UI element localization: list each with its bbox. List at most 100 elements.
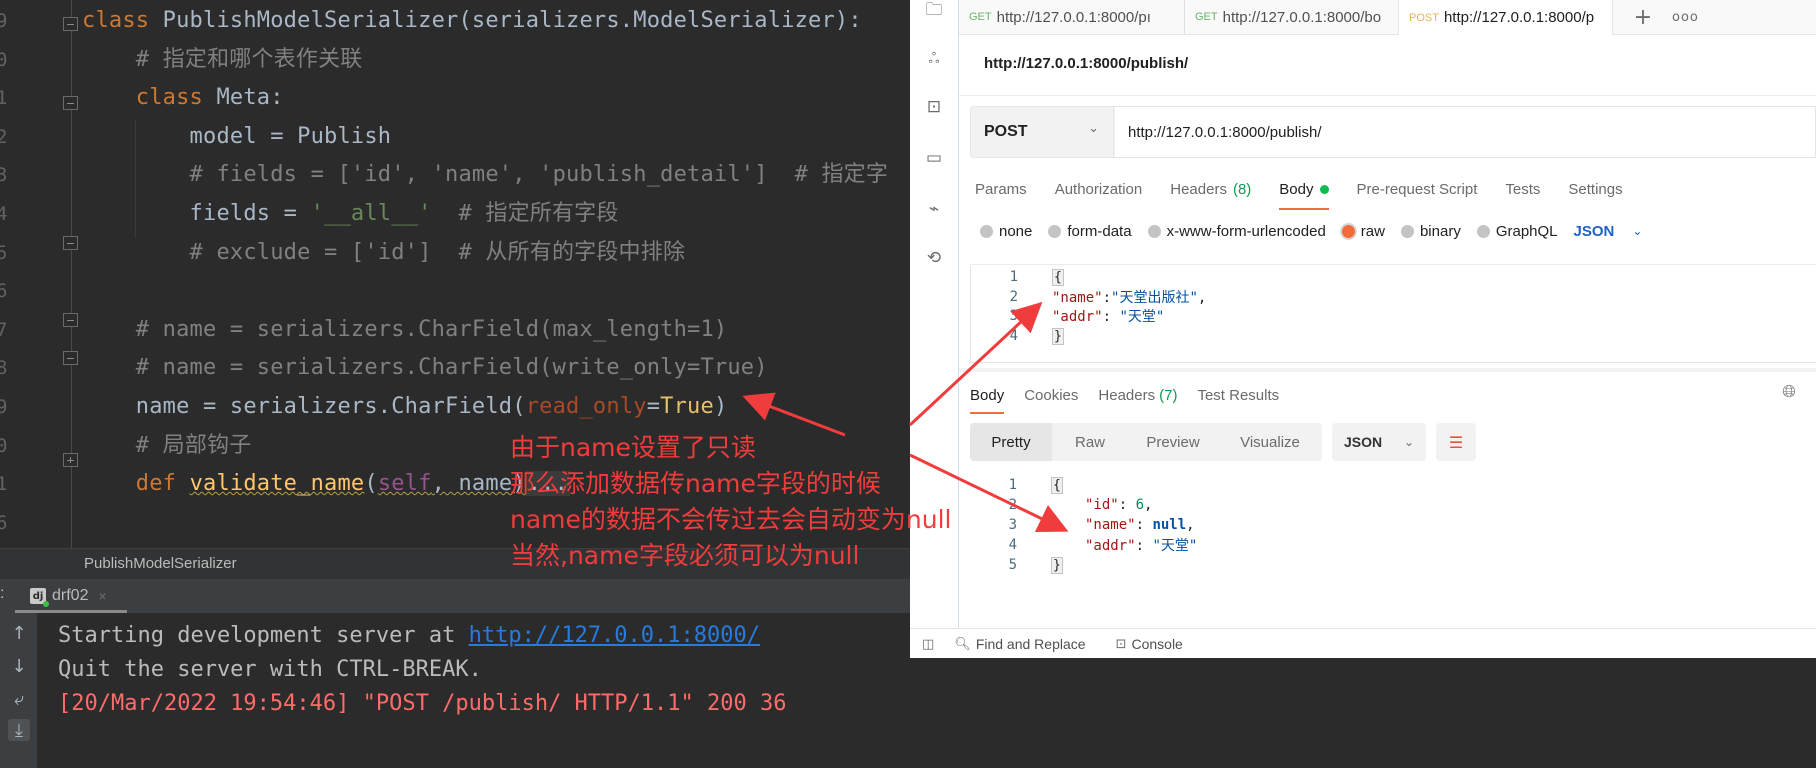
radio-form-data[interactable]: form-data <box>1048 223 1132 240</box>
json-punct: : <box>1135 517 1153 533</box>
url-input[interactable]: http://127.0.0.1:8000/publish/ <box>1115 107 1815 157</box>
line-number: 6 <box>0 280 8 303</box>
tab-pre-request-script[interactable]: Pre-request Script <box>1357 174 1478 204</box>
arrow-down-icon[interactable]: ↓ <box>8 655 30 677</box>
json-line: 5} <box>970 554 1063 576</box>
console-log-line: [20/Mar/2022 19:54:46] "POST /publish/ H… <box>58 691 787 716</box>
resp-tab-cookies[interactable]: Cookies <box>1024 380 1078 410</box>
soft-wrap-icon[interactable]: ⤶ <box>8 688 30 710</box>
mock-servers-icon[interactable]: ▭ <box>923 147 945 169</box>
new-tab-button[interactable]: + <box>1628 0 1658 34</box>
pane-divider[interactable] <box>959 368 1816 372</box>
toggle-sidebar-icon[interactable]: ◫ <box>922 637 934 652</box>
body-type-radios: none form-data x-www-form-urlencoded raw… <box>980 220 1642 242</box>
resp-tab-headers[interactable]: Headers (7) <box>1098 380 1177 410</box>
json-brace: } <box>1051 557 1063 574</box>
line-number: 7 <box>0 318 8 341</box>
request-tab[interactable]: GET http://127.0.0.1:8000/pı <box>959 0 1170 34</box>
body-format-select[interactable]: JSON ⌄ <box>1574 223 1643 240</box>
view-preview[interactable]: Preview <box>1128 423 1218 461</box>
server-url-link[interactable]: http://127.0.0.1:8000/ <box>469 623 760 648</box>
line-number: 1 <box>0 87 8 110</box>
django-icon: dj <box>30 588 49 607</box>
json-string: "天堂" <box>1152 538 1198 554</box>
globe-icon[interactable]: 🌐︎ <box>1779 382 1799 402</box>
body-set-indicator <box>1319 184 1329 194</box>
breadcrumb-class[interactable]: PublishModelSerializer <box>84 555 237 572</box>
monitors-icon[interactable]: ⌁ <box>923 198 945 220</box>
response-body-viewer[interactable]: 1{2 "id": 6, 3 "name": null, 4 "addr": "天堂" 5} <box>970 474 1816 594</box>
resp-tab-test-results[interactable]: Test Results <box>1197 380 1279 410</box>
divider <box>970 264 1816 265</box>
arrow-up-icon[interactable]: ↑ <box>8 622 30 644</box>
json-line-number: 2 <box>1009 288 1018 305</box>
code-line: # 指定和哪个表作关联 <box>82 46 363 72</box>
json-punct: : <box>1102 289 1112 306</box>
radio-graphql[interactable]: GraphQL <box>1476 223 1558 240</box>
console-button[interactable]: ⊡ Console <box>1116 636 1183 652</box>
line-number: 0 <box>0 434 8 457</box>
radio-x-www-form-urlencoded[interactable]: x-www-form-urlencoded <box>1147 223 1326 240</box>
fold-toggle-icon[interactable] <box>63 351 78 365</box>
tab-params[interactable]: Params <box>975 174 1027 204</box>
json-line-number: 1 <box>1009 269 1018 285</box>
resp-tab-body[interactable]: Body <box>970 380 1005 414</box>
view-visualize[interactable]: Visualize <box>1218 423 1322 461</box>
tab-authorization[interactable]: Authorization <box>1055 174 1143 204</box>
run-label: : <box>0 585 5 602</box>
run-toolbar: ↑ ↓ ⤶ ⤓ <box>0 613 37 768</box>
request-tab[interactable]: GET http://127.0.0.1:8000/bo <box>1185 0 1396 34</box>
request-url-bar: POST ⌄ http://127.0.0.1:8000/publish/ <box>970 106 1816 158</box>
chevron-down-icon: ⌄ <box>1632 224 1643 238</box>
json-brace: { <box>1051 477 1063 494</box>
apis-icon[interactable]: ஃ <box>923 49 945 71</box>
run-tab-label: drf02 <box>52 587 89 604</box>
background <box>910 658 1816 768</box>
close-icon[interactable]: × <box>98 588 106 604</box>
request-tab-active[interactable]: POST http://127.0.0.1:8000/p <box>1398 0 1613 35</box>
method-select[interactable]: POST ⌄ <box>971 107 1114 157</box>
json-key: "name" <box>1085 517 1136 533</box>
request-name[interactable]: http://127.0.0.1:8000/publish/ <box>984 55 1188 72</box>
json-line-number: 5 <box>1008 557 1017 573</box>
code-line: # name = serializers.CharField(write_onl… <box>82 355 768 381</box>
json-key: "name" <box>1052 289 1103 306</box>
more-tabs-button[interactable]: ooo <box>1672 0 1699 34</box>
json-number: 6 <box>1135 497 1145 513</box>
json-brace: { <box>1052 269 1064 286</box>
expand-fold-icon[interactable] <box>63 453 78 467</box>
run-tab-drf02[interactable]: dj drf02 × <box>30 579 107 613</box>
json-string: "天堂" <box>1119 309 1165 325</box>
line-number: 8 <box>0 357 8 380</box>
run-console-output[interactable]: Starting development server at http://12… <box>37 613 910 768</box>
radio-binary[interactable]: binary <box>1400 223 1461 240</box>
view-pretty[interactable]: Pretty <box>970 423 1052 461</box>
console-line: Starting development server at http://12… <box>58 623 761 648</box>
find-and-replace-button[interactable]: 🔍︎ Find and Replace <box>954 636 1085 652</box>
collections-icon[interactable]: 🗀 <box>923 0 945 22</box>
fold-toggle-icon[interactable] <box>63 17 78 31</box>
json-punct: : <box>1135 538 1153 554</box>
tab-tests[interactable]: Tests <box>1505 174 1540 204</box>
history-icon[interactable]: ⟲ <box>923 247 945 269</box>
fold-toggle-icon[interactable] <box>63 236 78 250</box>
line-number: 2 <box>0 125 8 148</box>
fold-toggle-icon[interactable] <box>63 313 78 327</box>
console-line: Quit the server with CTRL-BREAK. <box>58 657 482 682</box>
json-line-number: 4 <box>1008 537 1017 553</box>
fold-toggle-icon[interactable] <box>63 96 78 110</box>
response-format-select[interactable]: JSON ⌄ <box>1332 423 1426 461</box>
request-body-editor[interactable]: 1{2 "name":"天堂出版社", 3 "addr": "天堂" 4} <box>970 266 1816 363</box>
tab-headers[interactable]: Headers (8) <box>1170 174 1251 204</box>
view-raw[interactable]: Raw <box>1052 423 1128 461</box>
scroll-to-end-icon[interactable]: ⤓ <box>8 719 30 741</box>
radio-none[interactable]: none <box>980 223 1032 240</box>
chevron-down-icon: ⌄ <box>1403 435 1414 449</box>
wrap-lines-icon[interactable]: ☰ <box>1436 423 1476 461</box>
json-key: "addr" <box>1085 538 1136 554</box>
tab-body[interactable]: Body <box>1279 174 1329 210</box>
tab-settings[interactable]: Settings <box>1568 174 1622 204</box>
radio-raw[interactable]: raw <box>1341 223 1385 240</box>
environments-icon[interactable]: ⊡ <box>923 96 945 118</box>
divider <box>959 95 1816 96</box>
